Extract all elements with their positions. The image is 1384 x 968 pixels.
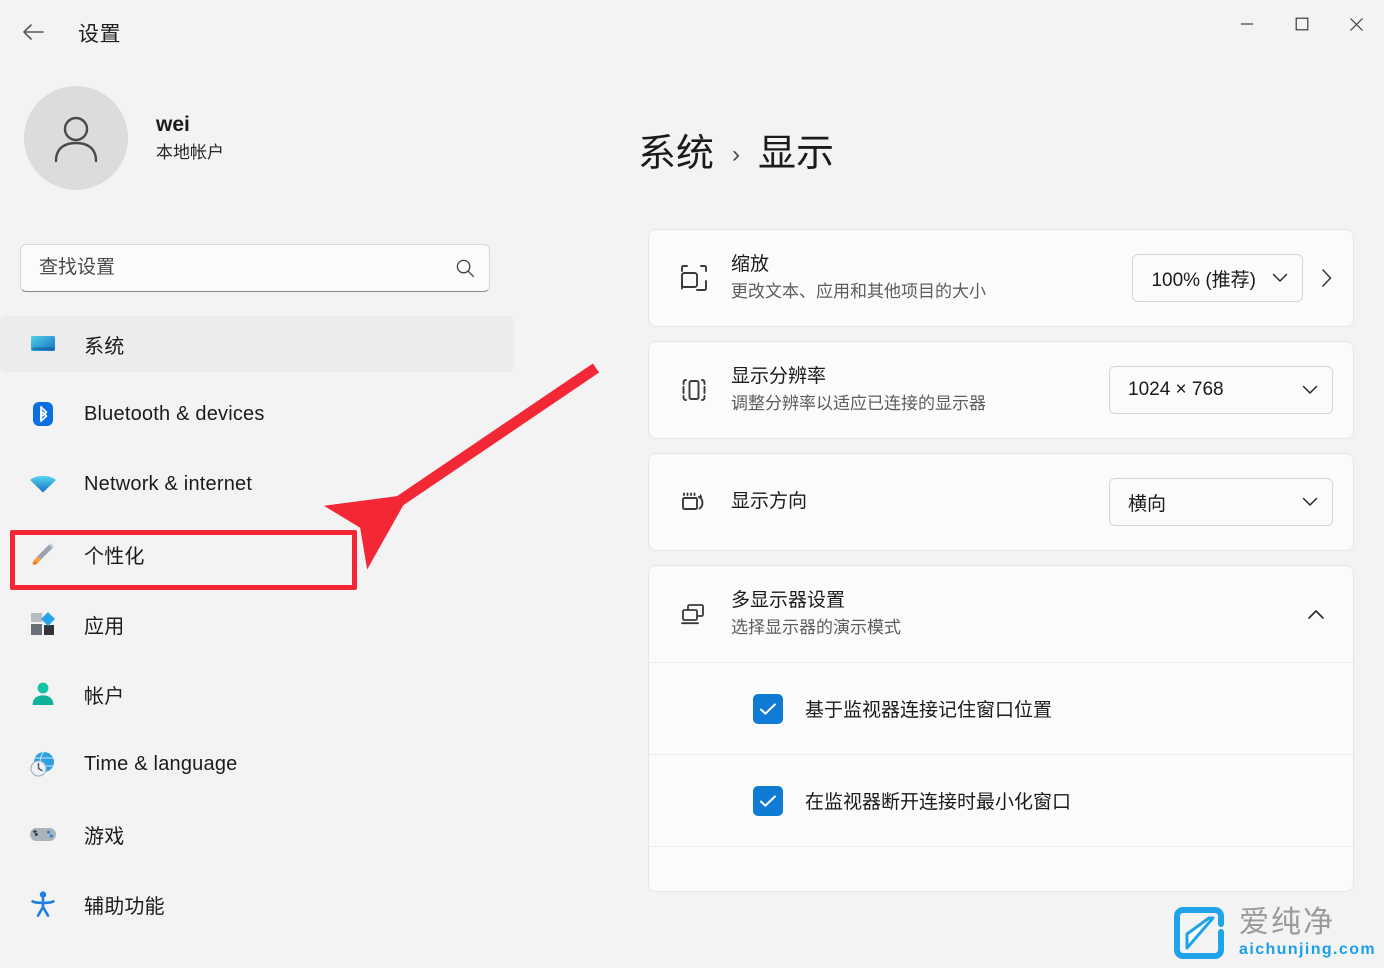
apps-icon xyxy=(26,607,60,641)
sidebar-item-label: 游戏 xyxy=(84,825,125,848)
sidebar-item-personalization[interactable]: 个性化 xyxy=(0,526,514,582)
clock-globe-icon xyxy=(26,747,60,781)
multi-display-card: 多显示器设置 选择显示器的演示模式 基于监视器连接记住窗口位置 在监视器断开连接… xyxy=(648,565,1354,892)
multi-display-option-row[interactable]: 在监视器断开连接时最小化窗口 xyxy=(649,754,1353,846)
sidebar-item-label: 辅助功能 xyxy=(84,895,165,918)
settings-cards: 缩放 更改文本、应用和其他项目的大小 100% (推荐) 显示分辨率 调整分辨率… xyxy=(648,229,1354,906)
sidebar-item-apps[interactable]: 应用 xyxy=(0,596,514,652)
monitor-icon xyxy=(26,327,60,361)
chevron-down-icon xyxy=(1302,497,1318,506)
minimize-button[interactable] xyxy=(1219,0,1274,48)
sidebar-item-time-language[interactable]: Time & language xyxy=(0,736,514,792)
scale-combobox[interactable]: 100% (推荐) xyxy=(1132,254,1303,302)
account-person-icon xyxy=(26,677,60,711)
checkbox-minimize-on-disconnect[interactable] xyxy=(753,785,783,816)
sidebar-item-accessibility[interactable]: 辅助功能 xyxy=(0,876,514,932)
card-subtitle: 调整分辨率以适应已连接的显示器 xyxy=(731,394,986,414)
wifi-icon xyxy=(26,467,60,501)
orientation-value: 横向 xyxy=(1128,493,1167,515)
rotate-display-icon xyxy=(671,486,717,518)
multi-display-expander-button[interactable] xyxy=(1299,601,1333,628)
search-box[interactable] xyxy=(20,244,490,292)
back-button[interactable] xyxy=(12,12,54,52)
chevron-right-icon: › xyxy=(732,141,741,168)
avatar xyxy=(24,86,128,190)
scale-icon xyxy=(671,262,717,294)
sidebar-item-label: Bluetooth & devices xyxy=(84,402,265,425)
chevron-right-icon xyxy=(1322,269,1332,287)
gamepad-icon xyxy=(26,817,60,851)
sidebar-item-label: Time & language xyxy=(84,752,238,775)
chevron-down-icon xyxy=(1272,273,1288,282)
close-button[interactable] xyxy=(1329,0,1384,48)
checkbox-label: 在监视器断开连接时最小化窗口 xyxy=(805,792,1072,813)
minimize-icon xyxy=(1240,23,1253,25)
maximize-icon xyxy=(1295,17,1308,31)
multi-display-option-row-partial[interactable] xyxy=(649,846,1353,891)
sidebar-item-label: Network & internet xyxy=(84,472,253,495)
app-title: 设置 xyxy=(78,23,121,46)
settings-window: 设置 wei 本地帐户 查找设置 系统 Bluetooth & devices … xyxy=(0,0,1384,968)
resolution-icon xyxy=(671,374,717,406)
close-icon xyxy=(1350,17,1363,31)
search-input[interactable] xyxy=(39,257,455,279)
sidebar-nav: 系统 Bluetooth & devices Network & interne… xyxy=(0,316,560,946)
card-title: 缩放 xyxy=(731,253,770,275)
resolution-value: 1024 × 768 xyxy=(1128,379,1224,400)
breadcrumb-parent[interactable]: 系统 xyxy=(638,122,714,177)
scale-navigate-button[interactable] xyxy=(1321,268,1333,288)
resolution-card: 显示分辨率 调整分辨率以适应已连接的显示器 1024 × 768 xyxy=(648,341,1354,439)
sidebar-item-bluetooth-devices[interactable]: Bluetooth & devices xyxy=(0,386,514,442)
accessibility-icon xyxy=(26,887,60,921)
title-bar: 设置 xyxy=(0,0,1384,64)
chevron-up-icon xyxy=(1308,609,1324,619)
card-title: 多显示器设置 xyxy=(731,589,846,611)
sidebar-item-label: 应用 xyxy=(84,615,125,638)
checkbox-label: 基于监视器连接记住窗口位置 xyxy=(805,700,1053,721)
sidebar: wei 本地帐户 查找设置 系统 Bluetooth & devices Net… xyxy=(0,64,600,968)
sidebar-item-network-internet[interactable]: Network & internet xyxy=(0,456,514,512)
sidebar-item-accounts[interactable]: 帐户 xyxy=(0,666,514,722)
search-icon[interactable] xyxy=(455,258,475,278)
card-subtitle: 选择显示器的演示模式 xyxy=(731,618,901,638)
multi-display-header[interactable]: 多显示器设置 选择显示器的演示模式 xyxy=(649,566,1353,662)
arrow-left-icon xyxy=(23,24,44,40)
resolution-combobox[interactable]: 1024 × 768 xyxy=(1109,366,1333,414)
window-controls xyxy=(1219,0,1384,48)
orientation-card: 显示方向 横向 xyxy=(648,453,1354,551)
checkmark-icon xyxy=(760,702,776,715)
page-title: 显示 xyxy=(758,133,835,175)
card-title: 显示方向 xyxy=(731,490,808,512)
resolution-row[interactable]: 显示分辨率 调整分辨率以适应已连接的显示器 1024 × 768 xyxy=(649,342,1353,438)
multi-monitor-icon xyxy=(671,598,717,630)
orientation-row[interactable]: 显示方向 横向 xyxy=(649,454,1353,550)
card-subtitle: 更改文本、应用和其他项目的大小 xyxy=(731,282,986,302)
paintbrush-icon xyxy=(26,537,60,571)
scale-value: 100% (推荐) xyxy=(1151,269,1256,291)
profile-account-type: 本地帐户 xyxy=(156,142,224,162)
sidebar-item-label: 帐户 xyxy=(84,685,125,708)
sidebar-item-label: 系统 xyxy=(84,335,125,358)
sidebar-item-system[interactable]: 系统 xyxy=(0,316,514,372)
main-content: 系统 › 显示 缩放 更改文本、应用和其他项目的大小 100% (推荐) 显示分… xyxy=(600,64,1384,968)
card-title: 显示分辨率 xyxy=(731,365,827,387)
multi-display-option-row[interactable]: 基于监视器连接记住窗口位置 xyxy=(649,662,1353,754)
scale-card: 缩放 更改文本、应用和其他项目的大小 100% (推荐) xyxy=(648,229,1354,327)
profile-name: wei xyxy=(156,112,190,136)
checkmark-icon xyxy=(760,794,776,807)
user-profile[interactable]: wei 本地帐户 xyxy=(24,86,224,190)
scale-row[interactable]: 缩放 更改文本、应用和其他项目的大小 100% (推荐) xyxy=(649,230,1353,326)
person-avatar-icon xyxy=(54,116,98,163)
sidebar-item-label: 个性化 xyxy=(84,545,145,568)
breadcrumb: 系统 › 显示 xyxy=(638,122,834,177)
bluetooth-icon xyxy=(26,397,60,431)
orientation-combobox[interactable]: 横向 xyxy=(1109,478,1333,526)
chevron-down-icon xyxy=(1302,385,1318,394)
maximize-button[interactable] xyxy=(1274,0,1329,48)
checkbox-remember-window-locations[interactable] xyxy=(753,693,783,724)
sidebar-item-gaming[interactable]: 游戏 xyxy=(0,806,514,862)
